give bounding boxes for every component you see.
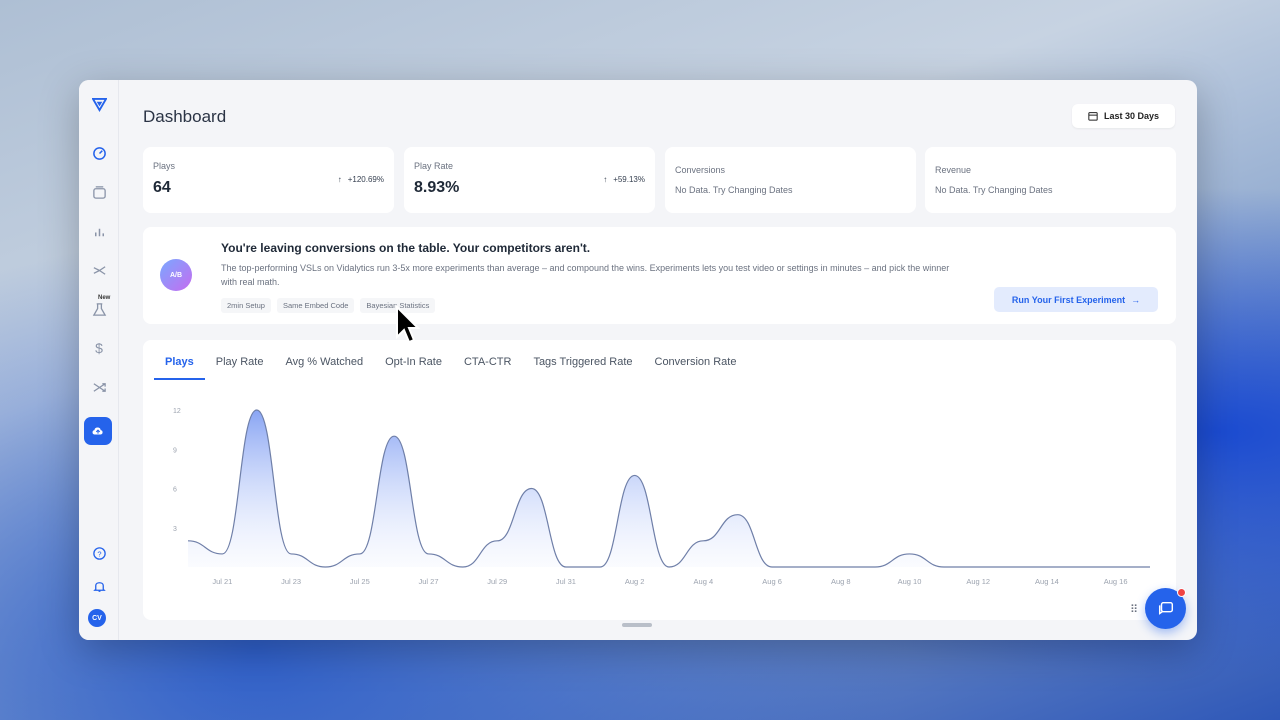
chart-line	[187, 409, 1150, 568]
stat-value: No Data. Try Changing Dates	[935, 185, 1053, 195]
split-icon[interactable]	[87, 258, 111, 282]
svg-text:?: ?	[97, 549, 101, 558]
feature-chip: Same Embed Code	[276, 298, 355, 313]
arrow-up-icon: ↑	[603, 175, 608, 184]
tab-cta-ctr[interactable]: CTA-CTR	[453, 350, 522, 380]
experiments-promo: A/B You're leaving conversions on the ta…	[143, 227, 1176, 324]
plays-chart: 3 6 9 12 Jul 21 Jul 23 Jul 25 Jul 27 Jul 29 Jul 3…	[173, 408, 1150, 586]
analytics-icon[interactable]	[87, 219, 111, 243]
x-tick-label: Jul 27	[418, 577, 438, 586]
ab-test-icon: A/B	[160, 259, 192, 291]
x-tick-label: Jul 23	[281, 577, 301, 586]
y-tick-label: 9	[173, 447, 177, 454]
dashboard-icon[interactable]	[87, 141, 111, 165]
stat-card-play-rate: Play Rate 8.93% ↑ +59.13%	[404, 147, 655, 213]
promo-title: You're leaving conversions on the table.…	[221, 241, 591, 255]
tab-avg-watched[interactable]: Avg % Watched	[274, 350, 374, 380]
shuffle-icon[interactable]	[87, 375, 111, 399]
page-title: Dashboard	[143, 107, 227, 126]
tab-tags-triggered-rate[interactable]: Tags Triggered Rate	[522, 350, 643, 380]
x-tick-label: Aug 6	[762, 577, 782, 586]
bell-icon[interactable]	[87, 574, 111, 598]
tab-opt-in-rate[interactable]: Opt-In Rate	[374, 350, 453, 380]
x-tick-label: Jul 29	[487, 577, 507, 586]
stat-value: 64	[153, 179, 171, 196]
upload-icon[interactable]	[84, 417, 112, 445]
stat-delta: ↑ +59.13%	[603, 175, 645, 184]
new-badge: New	[98, 295, 111, 301]
sidebar: New $ ? CV	[79, 80, 119, 640]
stat-card-conversions: Conversions No Data. Try Changing Dates	[665, 147, 916, 213]
x-tick-label: Aug 12	[966, 577, 990, 586]
dollar-icon[interactable]: $	[87, 336, 111, 360]
help-icon[interactable]: ?	[87, 541, 111, 565]
stat-label: Plays	[153, 161, 176, 171]
stat-value: No Data. Try Changing Dates	[675, 185, 793, 195]
x-tick-label: Aug 16	[1104, 577, 1128, 586]
stat-delta: ↑ +120.69%	[338, 175, 384, 184]
drag-handle[interactable]	[622, 623, 652, 627]
x-tick-label: Aug 10	[898, 577, 922, 586]
stat-value: 8.93%	[414, 179, 460, 196]
stat-label: Play Rate	[414, 161, 454, 171]
videos-icon[interactable]	[87, 180, 111, 204]
grid-icon[interactable]: ⠿	[1130, 603, 1138, 616]
x-tick-label: Jul 31	[556, 577, 576, 586]
chart-card: Plays Play Rate Avg % Watched Opt-In Rat…	[143, 340, 1176, 620]
chat-icon	[1158, 601, 1173, 615]
avatar[interactable]: CV	[88, 609, 106, 627]
notification-dot	[1177, 588, 1186, 597]
x-tick-label: Jul 25	[350, 577, 370, 586]
cta-label: Run Your First Experiment	[1011, 294, 1126, 305]
feature-chip: 2min Setup	[221, 298, 271, 313]
y-tick-label: 12	[173, 408, 181, 415]
stat-delta-value: +120.69%	[347, 175, 384, 184]
x-tick-label: Aug 2	[625, 577, 645, 586]
app-window: New $ ? CV Dashboard Last 30 Days Plays …	[79, 80, 1197, 640]
x-tick-label: Aug 4	[694, 577, 714, 586]
stat-label: Conversions	[675, 165, 726, 175]
y-tick-label: 6	[173, 487, 177, 494]
tab-conversion-rate[interactable]: Conversion Rate	[644, 350, 748, 380]
tab-play-rate[interactable]: Play Rate	[205, 350, 275, 380]
arrow-up-icon: ↑	[337, 175, 342, 184]
x-tick-label: Jul 21	[212, 577, 232, 586]
promo-text: The top-performing VSLs on Vidalytics ru…	[221, 263, 950, 287]
x-tick-label: Aug 14	[1035, 577, 1059, 586]
calendar-icon	[1088, 112, 1098, 121]
date-range-button[interactable]: Last 30 Days	[1072, 104, 1175, 128]
stat-delta-value: +59.13%	[613, 175, 645, 184]
date-range-label: Last 30 Days	[1103, 111, 1160, 121]
stat-card-plays: Plays 64 ↑ +120.69%	[143, 147, 394, 213]
x-tick-label: Aug 8	[831, 577, 851, 586]
chart-area	[188, 410, 1150, 567]
arrow-right-icon: →	[1131, 294, 1141, 305]
metric-tabs: Plays Play Rate Avg % Watched Opt-In Rat…	[154, 350, 747, 380]
tab-plays[interactable]: Plays	[154, 350, 205, 380]
y-tick-label: 3	[173, 526, 177, 533]
run-first-experiment-button[interactable]: Run Your First Experiment →	[994, 287, 1158, 312]
stat-card-revenue: Revenue No Data. Try Changing Dates	[925, 147, 1176, 213]
logo-icon[interactable]	[87, 92, 111, 116]
stat-label: Revenue	[935, 165, 972, 175]
mouse-cursor-icon	[396, 305, 421, 344]
